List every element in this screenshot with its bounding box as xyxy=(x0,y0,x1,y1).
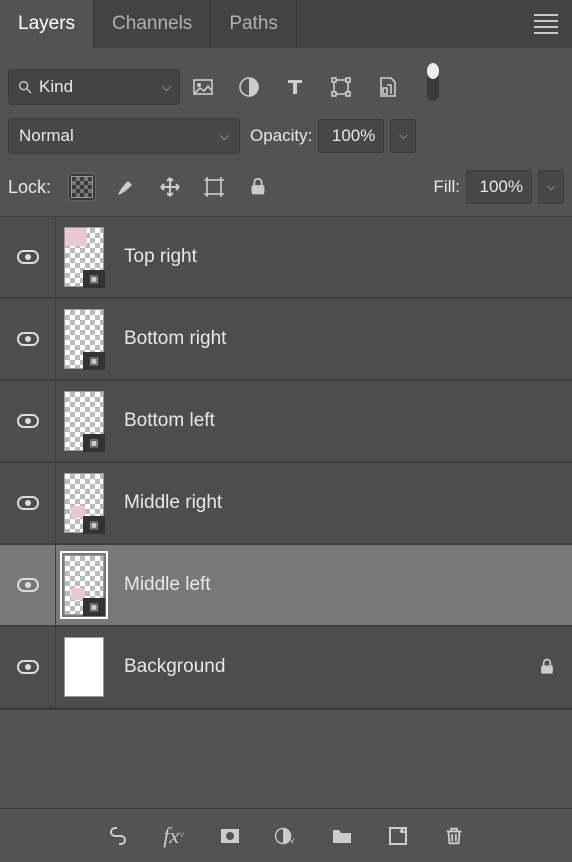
layer-name[interactable]: Bottom right xyxy=(112,328,572,350)
opacity-flyout-button[interactable]: ⌵ xyxy=(390,119,416,153)
smart-object-badge-icon: ▣ xyxy=(83,516,105,534)
filter-toggle[interactable] xyxy=(420,74,446,100)
opacity-label: Opacity: xyxy=(250,126,312,146)
panel-menu-icon[interactable] xyxy=(534,14,558,34)
layer-thumbnail[interactable]: ▣ xyxy=(56,227,112,287)
visibility-eye-icon[interactable] xyxy=(17,578,39,592)
layer-item[interactable]: ▣ Middle left xyxy=(0,544,572,626)
layer-name[interactable]: Top right xyxy=(112,246,572,268)
layer-thumbnail[interactable]: ▣ xyxy=(56,473,112,533)
smart-object-badge-icon: ▣ xyxy=(83,270,105,288)
filter-type-icons xyxy=(190,74,446,100)
layer-item[interactable]: ▣ Bottom right xyxy=(0,298,572,380)
layer-thumbnail[interactable] xyxy=(56,637,112,697)
layer-item[interactable]: Background xyxy=(0,626,572,708)
lock-pixels-icon[interactable] xyxy=(113,174,139,200)
filter-kind-select[interactable]: Kind ⌵ xyxy=(8,69,180,105)
lock-position-icon[interactable] xyxy=(157,174,183,200)
layer-item[interactable]: ▣ Middle right xyxy=(0,462,572,544)
lock-row: Lock: Fill: 100% ⌵ xyxy=(0,164,572,216)
fill-flyout-button[interactable]: ⌵ xyxy=(538,170,564,204)
tab-paths[interactable]: Paths xyxy=(211,0,297,48)
lock-artboard-icon[interactable] xyxy=(201,174,227,200)
layer-thumbnail[interactable]: ▣ xyxy=(56,555,112,615)
filter-type-text-icon[interactable] xyxy=(282,74,308,100)
filter-shape-icon[interactable] xyxy=(328,74,354,100)
blend-row: Normal ⌵ Opacity: 100% ⌵ xyxy=(0,112,572,164)
tab-channels[interactable]: Channels xyxy=(94,0,211,48)
lock-all-icon[interactable] xyxy=(245,174,271,200)
new-layer-icon[interactable] xyxy=(385,823,411,849)
layers-list: ▣ Top right ▣ Bottom right ▣ Bottom left… xyxy=(0,216,572,710)
layer-item[interactable]: ▣ Top right xyxy=(0,216,572,298)
smart-object-badge-icon: ▣ xyxy=(83,352,105,370)
layer-effects-icon[interactable]: fx˅ xyxy=(161,823,187,849)
fill-input[interactable]: 100% xyxy=(466,170,532,204)
tab-layers[interactable]: Layers xyxy=(0,0,94,48)
filter-smartobject-icon[interactable] xyxy=(374,74,400,100)
search-icon xyxy=(17,79,33,95)
add-mask-icon[interactable] xyxy=(217,823,243,849)
layer-name[interactable]: Background xyxy=(112,656,522,678)
visibility-eye-icon[interactable] xyxy=(17,332,39,346)
blend-mode-value: Normal xyxy=(19,126,74,146)
visibility-eye-icon[interactable] xyxy=(17,660,39,674)
visibility-eye-icon[interactable] xyxy=(17,250,39,264)
layer-name[interactable]: Middle left xyxy=(112,574,572,596)
blend-mode-select[interactable]: Normal ⌵ xyxy=(8,118,240,154)
chevron-down-icon: ⌵ xyxy=(220,129,229,144)
layer-filter-row: Kind ⌵ xyxy=(0,62,572,112)
filter-adjustment-icon[interactable] xyxy=(236,74,262,100)
chevron-down-icon: ⌵ xyxy=(162,80,171,95)
opacity-group: Opacity: 100% ⌵ xyxy=(250,119,416,153)
new-adjustment-layer-icon[interactable]: ˅ xyxy=(273,823,299,849)
filter-kind-label: Kind xyxy=(39,77,73,97)
opacity-input[interactable]: 100% xyxy=(318,119,384,153)
lock-transparency-icon[interactable] xyxy=(69,174,95,200)
link-layers-icon[interactable] xyxy=(105,823,131,849)
panel-footer: fx˅ ˅ xyxy=(0,808,572,862)
visibility-eye-icon[interactable] xyxy=(17,496,39,510)
layer-thumbnail[interactable]: ▣ xyxy=(56,391,112,451)
delete-layer-icon[interactable] xyxy=(441,823,467,849)
layer-name[interactable]: Bottom left xyxy=(112,410,572,432)
layer-locked-icon[interactable] xyxy=(522,657,572,677)
visibility-eye-icon[interactable] xyxy=(17,414,39,428)
new-group-icon[interactable] xyxy=(329,823,355,849)
smart-object-badge-icon: ▣ xyxy=(83,434,105,452)
layer-name[interactable]: Middle right xyxy=(112,492,572,514)
fill-label: Fill: xyxy=(434,177,460,197)
layer-thumbnail[interactable]: ▣ xyxy=(56,309,112,369)
layer-item[interactable]: ▣ Bottom left xyxy=(0,380,572,462)
filter-pixel-icon[interactable] xyxy=(190,74,216,100)
lock-label: Lock: xyxy=(8,177,51,198)
smart-object-badge-icon: ▣ xyxy=(83,598,105,616)
panel-tab-row: Layers Channels Paths xyxy=(0,0,572,48)
